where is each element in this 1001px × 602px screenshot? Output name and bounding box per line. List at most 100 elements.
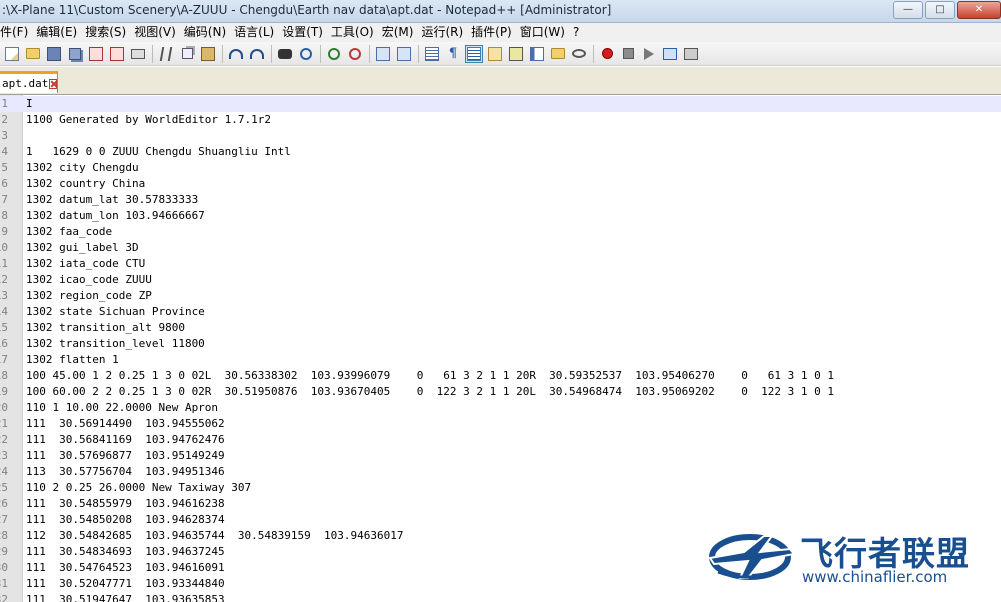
menu-language[interactable]: 语言(L)	[230, 23, 278, 42]
menu-plugins[interactable]: 插件(P)	[467, 23, 516, 42]
editor-line[interactable]: 23 111 30.57696877 103.95149249	[0, 448, 1001, 464]
editor-line[interactable]: 1I	[0, 96, 1001, 112]
editor-line[interactable]: 17 1302 flatten 1	[0, 352, 1001, 368]
sync-vertical-button[interactable]	[374, 45, 392, 63]
line-number: 20	[0, 401, 8, 414]
undo-icon	[229, 48, 243, 59]
tab-apt-dat[interactable]: apt.dat	[0, 71, 58, 93]
editor-line[interactable]: 12 1302 icao_code ZUUU	[0, 272, 1001, 288]
play-macro-button[interactable]	[640, 45, 658, 63]
line-text: 1302 city Chengdu	[26, 161, 139, 174]
print-button[interactable]	[129, 45, 147, 63]
line-number: 4	[1, 145, 8, 158]
menu-edit[interactable]: 编辑(E)	[32, 23, 81, 42]
line-text: 1302 transition_level 11800	[26, 337, 205, 350]
line-number: 27	[0, 513, 8, 526]
menu-file[interactable]: 件(F)	[0, 23, 32, 42]
line-text: 1302 faa_code	[26, 225, 113, 238]
menu-help[interactable]: ?	[569, 23, 583, 42]
editor-line[interactable]: 15 1302 transition_alt 9800	[0, 320, 1001, 336]
stop-recording-button[interactable]	[619, 45, 637, 63]
close-window-button[interactable]: ✕	[957, 1, 1001, 19]
find-button[interactable]	[276, 45, 294, 63]
line-number: 10	[0, 241, 8, 254]
editor-line[interactable]: 9 1302 faa_code	[0, 224, 1001, 240]
replace-icon	[300, 47, 312, 60]
folder-workspace-button[interactable]	[549, 45, 567, 63]
document-map-button[interactable]	[507, 45, 525, 63]
monitoring-button[interactable]	[570, 45, 588, 63]
editor-line[interactable]: 6 1302 country China	[0, 176, 1001, 192]
zoom-out-button[interactable]	[346, 45, 364, 63]
menu-run[interactable]: 运行(R)	[417, 23, 467, 42]
editor-line[interactable]: 19 100 60.00 2 2 0.25 1 3 0 02R 30.519508…	[0, 384, 1001, 400]
line-number: 16	[0, 337, 8, 350]
folder-workspace-icon	[551, 48, 565, 59]
clipboard-icon	[201, 46, 215, 61]
editor-line[interactable]: 3	[0, 128, 1001, 144]
menu-search[interactable]: 搜索(S)	[81, 23, 130, 42]
editor-line[interactable]: 20 110 1 10.00 22.0000 New Apron	[0, 400, 1001, 416]
show-all-characters-button[interactable]: ¶	[444, 45, 462, 63]
line-text: 1 1629 0 0 ZUUU Chengdu Shuangliu Intl	[26, 145, 291, 158]
editor-line[interactable]: 2 1100 Generated by WorldEditor 1.7.1r2	[0, 112, 1001, 128]
function-list-button[interactable]	[528, 45, 546, 63]
zoom-in-button[interactable]	[325, 45, 343, 63]
line-text: 1302 region_code ZP	[26, 289, 152, 302]
paste-button[interactable]	[199, 45, 217, 63]
editor-line[interactable]: 21 111 30.56914490 103.94555062	[0, 416, 1001, 432]
editor-line[interactable]: 10 1302 gui_label 3D	[0, 240, 1001, 256]
toolbar-separator	[593, 44, 594, 63]
editor-line[interactable]: 7 1302 datum_lat 30.57833333	[0, 192, 1001, 208]
line-text: 1302 state Sichuan Province	[26, 305, 205, 318]
sync-horizontal-button[interactable]	[395, 45, 413, 63]
run-macro-multiple-button[interactable]	[661, 45, 679, 63]
user-language-button[interactable]	[486, 45, 504, 63]
save-all-button[interactable]	[66, 45, 84, 63]
editor-line[interactable]: 16 1302 transition_level 11800	[0, 336, 1001, 352]
redo-button[interactable]	[248, 45, 266, 63]
save-button[interactable]	[45, 45, 63, 63]
save-macro-button[interactable]	[682, 45, 700, 63]
editor-line[interactable]: 14 1302 state Sichuan Province	[0, 304, 1001, 320]
editor-line[interactable]: 18 100 45.00 1 2 0.25 1 3 0 02L 30.563383…	[0, 368, 1001, 384]
line-text: 1302 iata_code CTU	[26, 257, 146, 270]
undo-button[interactable]	[227, 45, 245, 63]
menu-settings[interactable]: 设置(T)	[278, 23, 327, 42]
indent-guide-button[interactable]	[465, 44, 483, 63]
close-all-button[interactable]	[108, 45, 126, 63]
menu-view[interactable]: 视图(V)	[130, 23, 180, 42]
line-number: 24	[0, 465, 8, 478]
tab-close-icon[interactable]	[49, 78, 57, 89]
maximize-button[interactable]: □	[925, 1, 955, 19]
new-file-button[interactable]	[3, 45, 21, 63]
editor-line[interactable]: 13 1302 region_code ZP	[0, 288, 1001, 304]
close-file-button[interactable]	[87, 45, 105, 63]
replace-button[interactable]	[297, 45, 315, 63]
editor-line[interactable]: 26 111 30.54855979 103.94616238	[0, 496, 1001, 512]
function-list-icon	[530, 46, 544, 61]
editor-line[interactable]: 22 111 30.56841169 103.94762476	[0, 432, 1001, 448]
line-number: 30	[0, 561, 8, 574]
menu-macro[interactable]: 宏(M)	[378, 23, 418, 42]
minimize-button[interactable]: —	[893, 1, 923, 19]
copy-button[interactable]	[178, 45, 196, 63]
editor-line[interactable]: 25 110 2 0.25 26.0000 New Taxiway 307	[0, 480, 1001, 496]
line-number: 7	[1, 193, 8, 206]
window-title: :\X-Plane 11\Custom Scenery\A-ZUUU - Che…	[2, 3, 612, 17]
editor-line[interactable]: 8 1302 datum_lon 103.94666667	[0, 208, 1001, 224]
menu-encoding[interactable]: 编码(N)	[180, 23, 230, 42]
menu-tools[interactable]: 工具(O)	[327, 23, 378, 42]
open-file-button[interactable]	[24, 45, 42, 63]
editor-line[interactable]: 5 1302 city Chengdu	[0, 160, 1001, 176]
redo-icon	[250, 48, 264, 59]
open-folder-icon	[26, 48, 40, 59]
word-wrap-button[interactable]	[423, 45, 441, 63]
menu-window[interactable]: 窗口(W)	[516, 23, 569, 42]
editor-line[interactable]: 11 1302 iata_code CTU	[0, 256, 1001, 272]
editor-line[interactable]: 4 1 1629 0 0 ZUUU Chengdu Shuangliu Intl	[0, 144, 1001, 160]
cut-button[interactable]	[157, 45, 175, 63]
stop-icon	[622, 48, 634, 59]
editor-line[interactable]: 24 113 30.57756704 103.94951346	[0, 464, 1001, 480]
record-macro-button[interactable]	[598, 45, 616, 63]
